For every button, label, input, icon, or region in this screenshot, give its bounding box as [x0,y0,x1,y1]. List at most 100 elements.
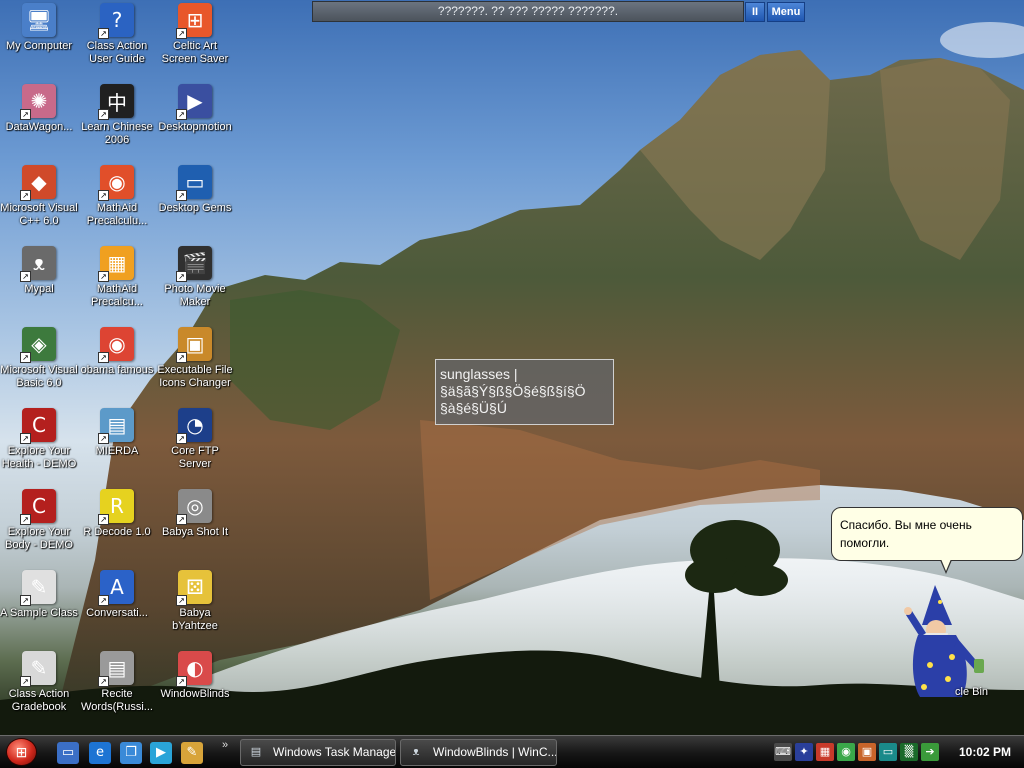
switch-windows-icon[interactable]: ❐ [120,742,142,764]
desktop-icon-label: Microsoft Visual C++ 6.0 [0,202,78,227]
raccoon-icon: ᴥ [412,745,420,758]
desktop-icon[interactable]: ▤ ↗ Recite Words(Russi... [77,651,157,714]
clapperboard-icon: 🎬 ↗ [176,246,212,282]
desktop-icon-label: Photo Movie Maker [164,283,226,308]
desktop-icon[interactable]: ◔ ↗ Core FTP Server [155,408,235,471]
paint-icon[interactable]: ✎ [181,742,203,764]
translation-tooltip: sunglasses | §ä§ã§Ý§ß§Ö§é§ß§í§Ö §à§é§Ü§Ú [435,359,614,425]
desktop-icon[interactable]: ᴥ ↗ Mypal [0,246,79,296]
desktop-icon[interactable]: ✎ ↗ A Sample Class [0,570,79,620]
desktop-icon-label: MIERDA [95,445,139,457]
desktop-icon-label: Class Action User Guide [86,40,148,65]
desktop-icon-label: Learn Chinese 2006 [81,121,153,146]
pause-button[interactable]: II [745,2,765,22]
desktop-icon[interactable]: 🖥 My Computer [0,3,79,53]
safely-remove-icon[interactable]: ➔ [921,743,939,761]
camera-icon: ◎ ↗ [176,489,212,525]
taskbar-button[interactable]: ᴥ WindowBlinds | WinC... [400,739,557,766]
start-button[interactable]: ⊞ [6,738,37,766]
desktop-icon[interactable]: ◉ ↗ MathAid Precalculu... [77,165,157,228]
document-pen-icon: ✎ ↗ [20,570,56,606]
shortcut-arrow-icon: ↗ [20,514,31,525]
shortcut-arrow-icon: ↗ [98,190,109,201]
shortcut-arrow-icon: ↗ [98,433,109,444]
desktop-icon-label: Babya Shot It [161,526,229,538]
recite-words-icon: ▤ ↗ [98,651,134,687]
monitor-icon: ▭ ↗ [176,165,212,201]
wizard-icon[interactable]: ✦ [795,743,813,761]
shortcut-arrow-icon: ↗ [176,109,187,120]
visual-basic-icon: ◈ ↗ [20,327,56,363]
desktop-icon[interactable]: ⚄ ↗ Babya bYahtzee [155,570,235,633]
desktop-icon[interactable]: ✺ ↗ DataWagon... [0,84,79,134]
shortcut-arrow-icon: ↗ [98,28,109,39]
desktop-icon[interactable]: C ↗ Explore Your Body - DEMO [0,489,79,552]
task-manager-icon: ▤ [250,745,262,758]
chrome-icon[interactable]: ◉ [837,743,855,761]
desktop-icon-label: DataWagon... [5,121,73,133]
desktop-icon[interactable]: 中 ↗ Learn Chinese 2006 [77,84,157,147]
mathaid-grid-icon: ▦ ↗ [98,246,134,282]
monitor-teal-icon[interactable]: ▭ [879,743,897,761]
desktop-icon-label: R Decode 1.0 [83,526,151,538]
icons-changer-icon: ▣ ↗ [176,327,212,363]
mathaid-icon: ◉ ↗ [98,165,134,201]
chrome-icon: ◉ ↗ [98,327,134,363]
letter-c-icon: C ↗ [20,408,56,444]
shortcut-arrow-icon: ↗ [20,676,31,687]
matrix-icon[interactable]: ▒ [900,743,918,761]
shortcut-arrow-icon: ↗ [20,271,31,282]
speech-bubble-tail-fill [941,559,951,571]
desktop-icon[interactable]: C ↗ Explore Your Health - DEMO [0,408,79,471]
desktopmotion-icon: ▶ ↗ [176,84,212,120]
desktop-icon[interactable]: 🎬 ↗ Photo Movie Maker [155,246,235,309]
desktop-icon[interactable]: ? ↗ Class Action User Guide [77,3,157,66]
desktop-icon-label: Desktopmotion [158,121,232,133]
menu-button[interactable]: Menu [767,2,805,22]
desktop-icon[interactable]: ◉ ↗ obama famous [77,327,157,377]
dice-icon: ⚄ ↗ [176,570,212,606]
desktop-icon-label: Conversati... [86,607,148,619]
wizard-assistant-icon[interactable] [900,575,995,700]
desktop-icon[interactable]: R ↗ R Decode 1.0 [77,489,157,539]
desktop-icon-label: Desktop Gems [158,202,232,214]
visual-cpp-icon: ◆ ↗ [20,165,56,201]
desktop-icon[interactable]: ⊞ ↗ Celtic Art Screen Saver [155,3,235,66]
shortcut-arrow-icon: ↗ [20,433,31,444]
desktop-icon[interactable]: ▶ ↗ Desktopmotion [155,84,235,134]
desktop-icon[interactable]: ◐ ↗ WindowBlinds [155,651,235,701]
keyboard-icon[interactable]: ⌨ [774,743,792,761]
shortcut-arrow-icon: ↗ [20,352,31,363]
clock[interactable]: 10:02 PM [950,739,1020,766]
shortcut-arrow-icon: ↗ [176,676,187,687]
desktop-icon[interactable]: ▭ [57,742,79,764]
desktop-icon-label: Mypal [24,283,54,295]
desktop-icon-label: Executable File Icons Changer [157,364,233,389]
quick-launch-chevron[interactable]: » [222,739,228,751]
tooltip-translation-line2: §à§é§Ü§Ú [440,400,507,416]
desktop-icon-label: MathAid Precalcu... [91,283,143,308]
shortcut-arrow-icon: ↗ [98,676,109,687]
shortcut-arrow-icon: ↗ [98,514,109,525]
desktop-icon[interactable]: A ↗ Conversati... [77,570,157,620]
internet-explorer-icon[interactable]: e [89,742,111,764]
taskbar-button-label: Windows Task Manager [273,745,396,759]
paint-palette-icon: ◐ ↗ [176,651,212,687]
desktop-icon[interactable]: ▣ ↗ Executable File Icons Changer [155,327,235,390]
network-map-icon[interactable]: ▦ [816,743,834,761]
desktop-icon[interactable]: ▤ ↗ MIERDA [77,408,157,458]
desktop-icon[interactable]: ▦ ↗ MathAid Precalcu... [77,246,157,309]
desktop-icon[interactable]: ◆ ↗ Microsoft Visual C++ 6.0 [0,165,79,228]
desktop-icon[interactable]: ▭ ↗ Desktop Gems [155,165,235,215]
desktop-icon-label: Explore Your Body - DEMO [5,526,73,551]
taskbar: ⊞ ▭ e ❐ ▶ ✎ » ▤ Windows Task Manager ᴥ WindowBl… [0,735,1024,768]
desktop-icon[interactable]: ✎ ↗ Class Action Gradebook [0,651,79,714]
media-player-icon[interactable]: ▶ [150,742,172,764]
recycle-bin-label[interactable]: cle Bin [955,686,988,698]
taskbar-button[interactable]: ▤ Windows Task Manager [240,739,396,766]
shortcut-arrow-icon: ↗ [20,190,31,201]
desktop-icon[interactable]: ◎ ↗ Babya Shot It [155,489,235,539]
desktop-icon[interactable]: ◈ ↗ Microsoft Visual Basic 6.0 [0,327,79,390]
photo-icon[interactable]: ▣ [858,743,876,761]
shortcut-arrow-icon: ↗ [20,595,31,606]
